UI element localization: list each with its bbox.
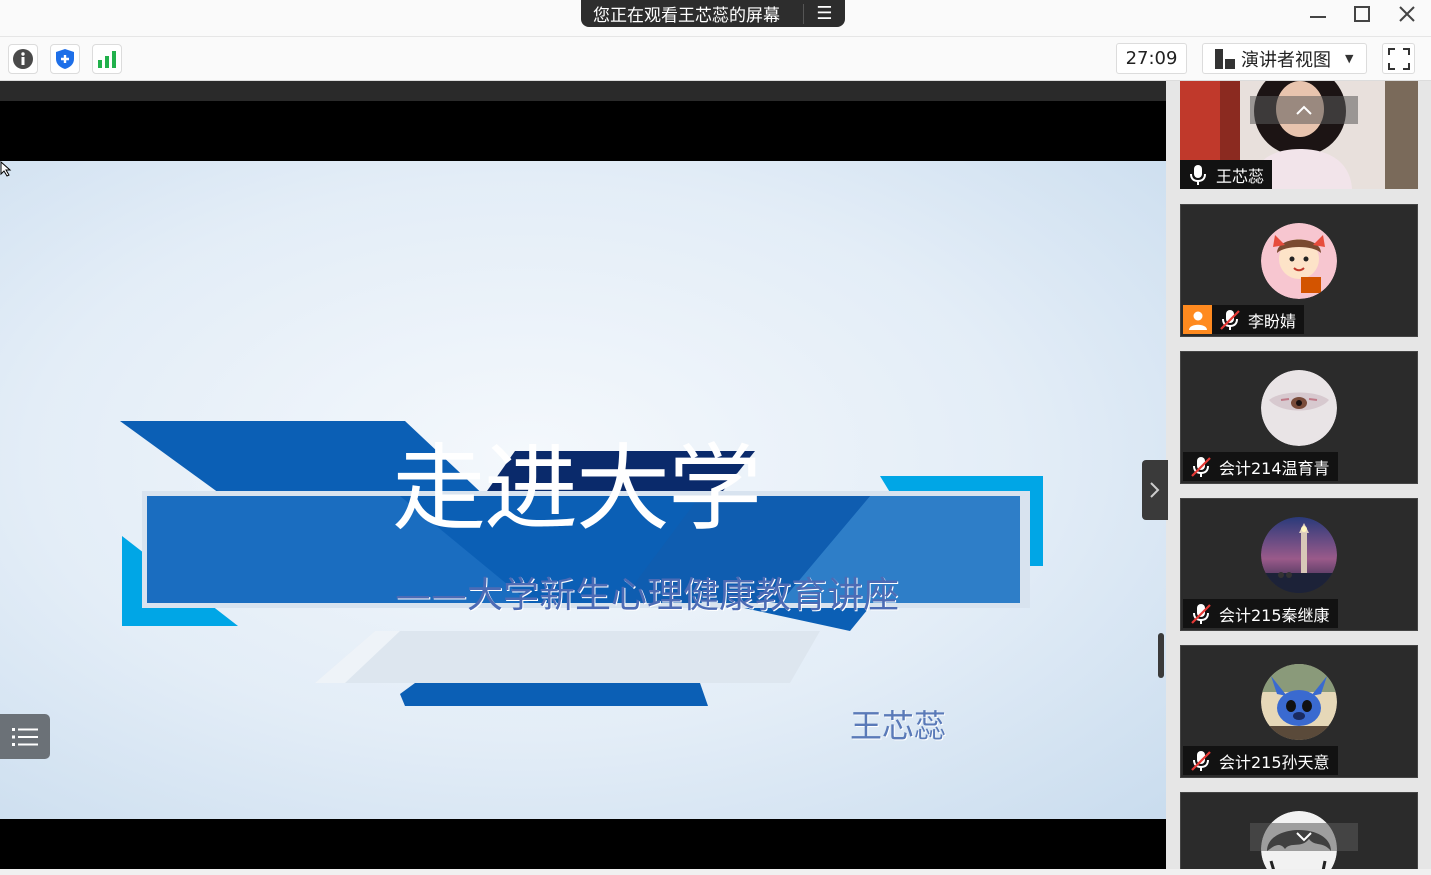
avatar	[1261, 664, 1337, 740]
participant-name-bar: 会计214温育青	[1183, 452, 1338, 481]
avatar	[1261, 517, 1337, 593]
title-bar: 您正在观看王芯蕊的屏幕 ☰	[0, 0, 1431, 36]
chevron-right-icon	[1150, 482, 1160, 498]
meeting-info-button[interactable]	[8, 44, 38, 74]
signal-bars-icon	[98, 51, 116, 68]
participant-tile[interactable]: 会计215秦继康	[1180, 498, 1418, 631]
participant-name: 会计215秦继康	[1219, 605, 1330, 625]
screen-top-strip	[0, 81, 1166, 101]
share-notice-text: 您正在观看王芯蕊的屏幕	[593, 6, 780, 26]
slide-subtitle: ——大学新生心理健康教育讲座	[395, 575, 900, 616]
participant-name: 王芯蕊	[1216, 166, 1265, 186]
fullscreen-icon	[1387, 47, 1410, 70]
sidebar-resize-handle[interactable]	[1158, 633, 1164, 678]
speaker-view-icon	[1215, 48, 1235, 69]
mouse-cursor-icon	[0, 161, 12, 177]
avatar	[1261, 223, 1337, 299]
microphone-muted-icon	[1220, 309, 1240, 330]
slide-outline-button[interactable]	[0, 714, 50, 759]
participant-name: 会计214温育青	[1219, 458, 1330, 478]
info-icon	[13, 49, 33, 69]
maximize-icon	[1354, 6, 1370, 22]
window-bottom-edge	[0, 869, 1431, 875]
participant-name-bar: 王芯蕊	[1180, 160, 1273, 189]
shared-screen: 走进大学 ——大学新生心理健康教育讲座 王芯蕊	[0, 81, 1166, 869]
participant-name: 会计215孙天意	[1219, 752, 1330, 772]
fullscreen-button[interactable]	[1382, 43, 1415, 74]
scroll-up-button[interactable]	[1250, 96, 1358, 124]
avatar	[1261, 370, 1337, 446]
scroll-down-button[interactable]	[1250, 823, 1358, 851]
slide-title: 走进大学	[391, 435, 762, 544]
presentation-slide: 走进大学 ——大学新生心理健康教育讲座 王芯蕊	[0, 161, 1166, 819]
participant-name-bar: 会计215秦继康	[1183, 599, 1338, 628]
meeting-toolbar: 27:09 演讲者视图 ▼	[0, 36, 1431, 81]
maximize-button[interactable]	[1347, 2, 1377, 26]
chevron-down-icon: ▼	[1345, 52, 1354, 65]
chevron-down-icon	[1296, 832, 1312, 842]
participant-tile[interactable]: 会计214温育青	[1180, 351, 1418, 484]
screen-share-notice[interactable]: 您正在观看王芯蕊的屏幕 ☰	[581, 0, 845, 27]
network-quality-button[interactable]	[92, 44, 122, 74]
chevron-up-icon	[1296, 105, 1312, 115]
security-button[interactable]	[50, 44, 80, 74]
participant-name-bar: 李盼婧	[1183, 305, 1305, 334]
participant-name: 李盼婧	[1248, 311, 1297, 331]
list-icon	[12, 727, 38, 746]
meeting-timer: 27:09	[1116, 43, 1187, 74]
participant-name-bar: 会计215孙天意	[1183, 746, 1338, 775]
view-mode-dropdown[interactable]: 演讲者视图 ▼	[1202, 43, 1367, 74]
shield-icon	[56, 49, 74, 69]
minimize-icon	[1310, 16, 1326, 18]
participant-tile[interactable]: 会计215孙天意	[1180, 645, 1418, 778]
sidebar-collapse-button[interactable]	[1142, 460, 1168, 520]
close-button[interactable]	[1392, 2, 1422, 26]
microphone-muted-icon	[1191, 750, 1211, 771]
microphone-muted-icon	[1191, 456, 1211, 477]
slide-author: 王芯蕊	[850, 707, 947, 745]
minimize-button[interactable]	[1303, 2, 1333, 26]
view-mode-label: 演讲者视图	[1241, 49, 1331, 71]
menu-icon[interactable]: ☰	[804, 4, 845, 23]
participant-tile[interactable]: 李盼婧	[1180, 204, 1418, 337]
microphone-muted-icon	[1191, 603, 1211, 624]
close-icon	[1399, 6, 1415, 22]
user-icon	[1183, 305, 1212, 334]
microphone-icon	[1190, 164, 1206, 185]
